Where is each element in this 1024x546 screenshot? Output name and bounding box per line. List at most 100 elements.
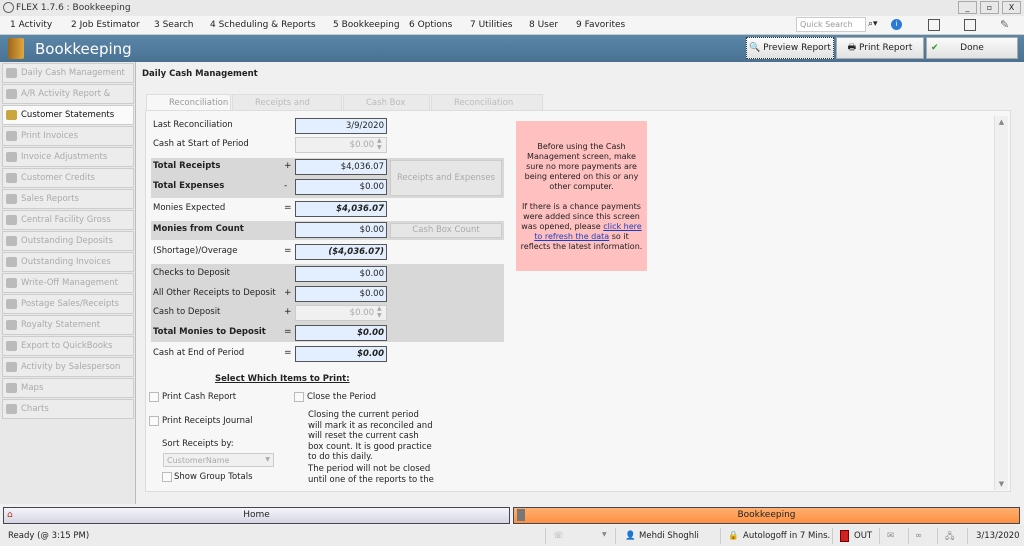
sidebar-item-label: Sales Reports <box>21 194 79 204</box>
sidebar-item-export-to-quickbooks[interactable]: Export to QuickBooks <box>2 336 134 356</box>
done-label: Done <box>960 43 984 53</box>
close-period-note: The period will not be closed until one … <box>308 464 434 485</box>
menu-bookkeeping[interactable]: 5 Bookkeeping <box>333 20 400 30</box>
sidebar-item-central-facility-gross-profit[interactable]: Central Facility Gross Profit <box>2 210 134 243</box>
sidebar-item-a-r-activity-report-search[interactable]: A/R Activity Report & Search <box>2 84 134 117</box>
quick-search-input[interactable]: Quick Search <box>796 17 866 32</box>
menu-user[interactable]: 8 User <box>529 20 558 30</box>
menu-activity[interactable]: 1 Activity <box>10 20 52 30</box>
menu-utilities[interactable]: 7 Utilities <box>470 20 512 30</box>
sidebar-item-maps[interactable]: Maps <box>2 378 134 398</box>
total-deposit-label: Total Monies to Deposit <box>153 327 266 337</box>
monies-count-field[interactable]: $0.00 <box>295 222 387 238</box>
home-icon: ⌂ <box>7 510 13 520</box>
tab-cash-box-count[interactable]: Cash Box Count <box>343 94 430 124</box>
sidebar-item-postage-sales-receipts[interactable]: Postage Sales/Receipts <box>2 294 134 314</box>
monies-expected-field[interactable]: $4,036.07 <box>295 201 387 217</box>
sidebar-item-icon <box>6 278 17 288</box>
tab-receipts-expenses[interactable]: Receipts and Expenses <box>232 94 342 124</box>
done-button[interactable]: ✔ Done <box>926 37 1018 59</box>
message-icon[interactable]: ✉ <box>887 531 894 541</box>
pin-icon[interactable]: ✎ <box>1000 18 1009 31</box>
sidebar-item-print-invoices[interactable]: Print Invoices <box>2 126 134 146</box>
sidebar-item-label: Royalty Statement <box>21 320 101 330</box>
print-section-title: Select Which Items to Print: <box>215 374 350 384</box>
tab-reconciliation[interactable]: Reconciliation <box>146 94 231 110</box>
print-cash-report-label: Print Cash Report <box>162 392 237 402</box>
receipts-and-expenses-button[interactable]: Receipts and Expenses <box>390 160 502 196</box>
sidebar-item-charts[interactable]: Charts <box>2 399 134 419</box>
sidebar-item-customer-statements[interactable]: Customer Statements <box>2 105 134 125</box>
print-report-button[interactable]: 🖶 Print Report <box>836 37 924 59</box>
sidebar-item-customer-credits[interactable]: Customer Credits <box>2 168 134 188</box>
shortage-label: (Shortage)/Overage <box>153 246 238 256</box>
total-receipts-field[interactable]: $4,036.07 <box>295 159 387 175</box>
close-button[interactable]: X <box>1002 1 1021 14</box>
sidebar-item-activity-by-salesperson[interactable]: Activity by Salesperson <box>2 357 134 377</box>
sidebar-item-royalty-statement[interactable]: Royalty Statement <box>2 315 134 335</box>
vertical-split-icon[interactable] <box>928 19 940 31</box>
sidebar-item-sales-reports[interactable]: Sales Reports <box>2 189 134 209</box>
status-autologoff: Autologoff in 7 Mins. <box>743 531 831 541</box>
menu-search[interactable]: 3 Search <box>154 20 194 30</box>
show-group-totals-checkbox[interactable] <box>162 472 172 482</box>
sidebar-item-outstanding-deposits[interactable]: Outstanding Deposits <box>2 231 134 251</box>
info-icon[interactable]: i <box>891 19 902 30</box>
search-icon[interactable]: ⌕▾ <box>868 19 878 29</box>
print-cash-report-checkbox[interactable] <box>149 392 159 402</box>
divider <box>967 528 968 544</box>
sort-receipts-select[interactable]: CustomerName ▼ <box>163 453 274 467</box>
chevron-down-icon[interactable]: ▼ <box>602 531 607 538</box>
tab-reconciliation-history[interactable]: Reconciliation History <box>431 94 543 124</box>
page-title: Daily Cash Management <box>142 69 258 79</box>
print-receipts-journal-label: Print Receipts Journal <box>162 416 253 426</box>
horizontal-split-icon[interactable] <box>964 19 976 31</box>
spinner-icon: ▲ ▼ <box>377 305 382 319</box>
sidebar-item-icon <box>6 152 17 162</box>
sidebar-item-icon <box>6 110 17 120</box>
vertical-scrollbar[interactable]: ▲ ▼ <box>994 116 1008 490</box>
sidebar-item-write-off-management[interactable]: Write-Off Management <box>2 273 134 293</box>
sidebar-item-icon <box>6 215 17 225</box>
menu-favorites[interactable]: 9 Favorites <box>576 20 625 30</box>
last-reconciliation-field[interactable]: 3/9/2020 <box>295 118 387 134</box>
bookkeeping-icon <box>8 38 24 59</box>
sidebar-item-outstanding-invoices[interactable]: Outstanding Invoices <box>2 252 134 272</box>
minimize-button[interactable]: _ <box>958 1 977 14</box>
sidebar-item-daily-cash-management[interactable]: Daily Cash Management <box>2 63 134 83</box>
shortage-field[interactable]: ($4,036.07) <box>295 244 387 260</box>
total-deposit-field[interactable]: $0.00 <box>295 325 387 341</box>
link-icon[interactable]: ∞ <box>915 531 922 541</box>
sidebar-item-label: Charts <box>21 404 49 414</box>
restore-button[interactable]: ▫ <box>980 1 999 14</box>
bookkeeping-nav-button[interactable]: Bookkeeping <box>513 507 1020 524</box>
preview-report-label: Preview Report <box>763 43 831 53</box>
cash-box-count-button[interactable]: Cash Box Count <box>390 223 502 238</box>
menu-job-estimator[interactable]: 2 Job Estimator <box>71 20 140 30</box>
print-receipts-journal-checkbox[interactable] <box>149 416 159 426</box>
divider <box>720 528 721 544</box>
other-receipts-field[interactable]: $0.00 <box>295 286 387 302</box>
total-expenses-label: Total Expenses <box>153 181 225 191</box>
close-period-checkbox[interactable] <box>294 392 304 402</box>
preview-report-button[interactable]: 🔍 Preview Report <box>746 37 834 59</box>
sidebar-item-label: Customer Credits <box>21 173 95 183</box>
scroll-up-icon[interactable]: ▲ <box>995 116 1008 126</box>
cash-end-field[interactable]: $0.00 <box>295 346 387 362</box>
sidebar-item-invoice-adjustments[interactable]: Invoice Adjustments <box>2 147 134 167</box>
menu-options[interactable]: 6 Options <box>409 20 452 30</box>
home-nav-button[interactable]: ⌂ Home <box>3 507 510 524</box>
status-user[interactable]: Mehdi Shoghli <box>639 531 699 541</box>
app-logo-icon <box>3 2 14 13</box>
status-date: 3/13/2020 <box>976 531 1020 541</box>
network-icon[interactable]: 🖧 <box>945 531 954 545</box>
scroll-down-icon[interactable]: ▼ <box>995 480 1008 488</box>
phone-icon[interactable]: ☏ <box>553 531 564 541</box>
divider <box>908 528 909 544</box>
menu-scheduling-reports[interactable]: 4 Scheduling & Reports <box>210 20 316 30</box>
print-report-label: Print Report <box>858 43 913 53</box>
checks-field[interactable]: $0.00 <box>295 266 387 282</box>
total-expenses-field[interactable]: $0.00 <box>295 179 387 195</box>
status-out[interactable]: OUT <box>854 531 872 541</box>
cash-deposit-operator: + <box>284 307 292 317</box>
